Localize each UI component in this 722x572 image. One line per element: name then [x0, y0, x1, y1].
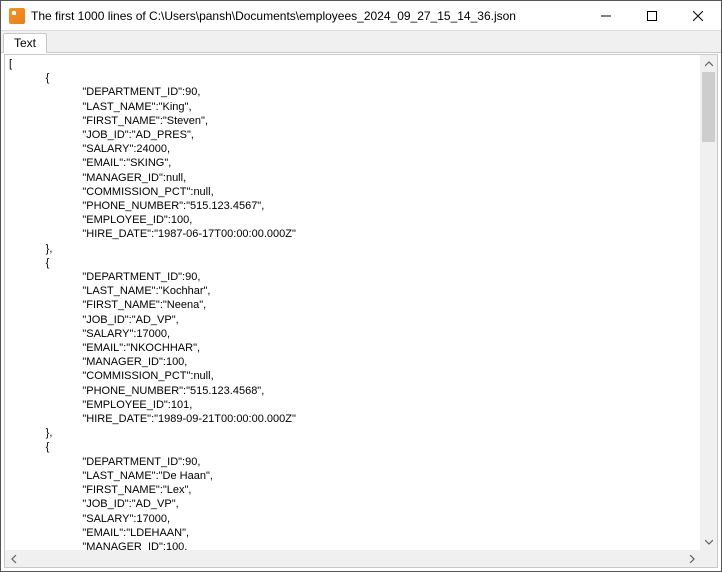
scroll-corner [700, 550, 717, 567]
horizontal-scrollbar[interactable] [5, 550, 700, 567]
close-button[interactable] [675, 1, 721, 30]
minimize-button[interactable] [583, 1, 629, 30]
scroll-down-button[interactable] [700, 533, 717, 550]
window-controls [583, 1, 721, 30]
content-area: [ { "DEPARTMENT_ID":90, "LAST_NAME":"Kin… [4, 54, 718, 568]
tab-text[interactable]: Text [3, 33, 47, 53]
close-icon [693, 11, 703, 21]
chevron-right-icon [688, 555, 696, 563]
app-icon [9, 8, 25, 24]
scroll-left-button[interactable] [5, 550, 22, 567]
horizontal-scroll-track[interactable] [22, 550, 683, 567]
minimize-icon [601, 11, 611, 21]
tabstrip: Text [1, 31, 721, 53]
chevron-up-icon [705, 60, 713, 68]
json-text-view[interactable]: [ { "DEPARTMENT_ID":90, "LAST_NAME":"Kin… [5, 55, 700, 550]
window-title: The first 1000 lines of C:\Users\pansh\D… [31, 9, 583, 23]
titlebar[interactable]: The first 1000 lines of C:\Users\pansh\D… [1, 1, 721, 31]
vertical-scroll-thumb[interactable] [702, 72, 715, 142]
vertical-scrollbar[interactable] [700, 55, 717, 550]
scroll-right-button[interactable] [683, 550, 700, 567]
chevron-left-icon [10, 555, 18, 563]
scroll-up-button[interactable] [700, 55, 717, 72]
maximize-button[interactable] [629, 1, 675, 30]
maximize-icon [647, 11, 657, 21]
vertical-scroll-track[interactable] [700, 72, 717, 533]
chevron-down-icon [705, 538, 713, 546]
